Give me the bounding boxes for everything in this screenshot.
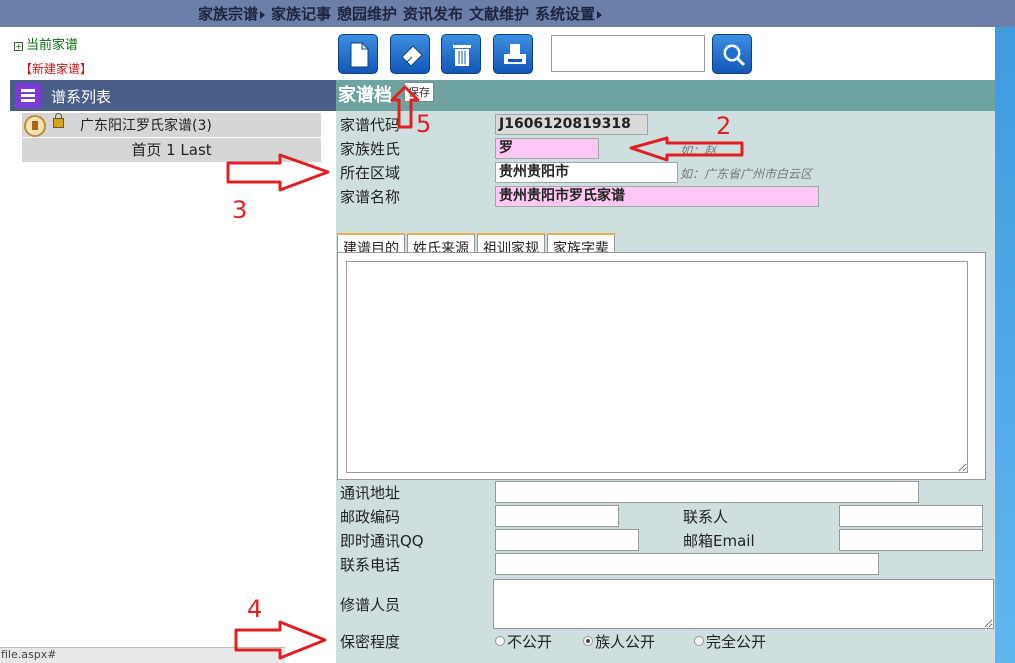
surname-field[interactable]: 罗 (495, 138, 599, 159)
print-icon (504, 44, 526, 64)
surname-label: 家族姓氏 (340, 140, 401, 158)
genealogy-name-field[interactable]: 贵州贵阳市罗氏家谱 (495, 186, 819, 207)
delete-button[interactable] (441, 34, 481, 74)
surname-hint: 如：赵 (680, 144, 717, 158)
tree-item[interactable]: 广东阳江罗氏家谱(3) (22, 113, 321, 137)
address-label: 通讯地址 (340, 484, 401, 502)
new-document-button[interactable] (338, 34, 378, 74)
nav-item-family-events[interactable]: 家族记事 (271, 3, 331, 24)
radio-icon[interactable] (694, 636, 704, 646)
qq-label: 即时通讯QQ (340, 532, 424, 550)
book-icon (24, 115, 46, 137)
trash-icon (453, 45, 471, 66)
radio-selected-icon[interactable] (583, 636, 593, 646)
privacy-option-public[interactable]: 完全公开 (694, 631, 766, 652)
email-input[interactable] (839, 529, 983, 551)
privacy-option-private[interactable]: 不公开 (495, 631, 552, 652)
postal-input[interactable] (495, 505, 619, 527)
current-genealogy-link[interactable]: + 当前家谱 (14, 34, 78, 53)
nav-item-family-genealogy[interactable]: 家族宗谱 (198, 3, 266, 24)
tree-list-header: 谱系列表 (10, 80, 336, 111)
search-icon (723, 44, 746, 67)
list-icon (15, 83, 41, 108)
editors-label: 修谱人员 (340, 596, 401, 614)
save-tooltip: 保存 (404, 82, 434, 102)
save-button[interactable] (390, 34, 430, 74)
status-bar: file.aspx# (0, 647, 285, 663)
phone-label: 联系电话 (340, 556, 401, 574)
privacy-option-clan[interactable]: 族人公开 (583, 631, 655, 652)
save-eraser-icon (401, 45, 423, 67)
new-document-icon (350, 42, 369, 68)
annotation-3: 3 (232, 196, 248, 224)
radio-icon[interactable] (495, 636, 505, 646)
nav-item-garden-maintenance[interactable]: 憩园维护 (337, 3, 397, 24)
postal-label: 邮政编码 (340, 508, 401, 526)
annotation-5: 5 (416, 110, 432, 138)
lock-icon (53, 113, 64, 128)
print-button[interactable] (493, 34, 533, 74)
nav-item-news[interactable]: 资讯发布 (403, 3, 463, 24)
purpose-textarea[interactable] (346, 261, 968, 473)
code-label: 家谱代码 (340, 116, 401, 134)
tree-list-title: 谱系列表 (51, 88, 112, 106)
region-field[interactable]: 贵州贵阳市 (495, 162, 678, 183)
phone-input[interactable] (495, 553, 879, 575)
name-label: 家谱名称 (340, 188, 401, 206)
tree-item-label[interactable]: 广东阳江罗氏家谱(3) (80, 115, 212, 135)
new-genealogy-link[interactable]: 【新建家谱】 (20, 60, 92, 77)
region-label: 所在区域 (340, 164, 401, 182)
tab-content (337, 252, 986, 480)
region-hint: 如：广东省广州市白云区 (680, 167, 813, 181)
top-navigation-bar: 家族宗谱 家族记事 憩园维护 资讯发布 文献维护 系统设置 (0, 0, 1015, 27)
code-field: J1606120819318 (495, 114, 648, 135)
address-input[interactable] (495, 481, 919, 503)
qq-input[interactable] (495, 529, 639, 551)
nav-item-documents[interactable]: 文献维护 (469, 3, 529, 24)
annotation-2: 2 (716, 112, 732, 140)
nav-item-settings[interactable]: 系统设置 (535, 3, 603, 24)
form-title: 家谱档 (336, 80, 995, 111)
contact-label: 联系人 (683, 508, 729, 526)
privacy-label: 保密程度 (340, 633, 401, 651)
caret-right-icon (260, 10, 266, 19)
expand-plus-icon[interactable]: + (14, 42, 23, 51)
background-sky-strip (995, 27, 1015, 663)
pager[interactable]: 首页 1 Last (22, 138, 321, 162)
email-label: 邮箱Email (683, 532, 755, 550)
search-input[interactable] (551, 35, 705, 72)
caret-right-icon (597, 10, 603, 19)
contact-input[interactable] (839, 505, 983, 527)
annotation-4: 4 (247, 595, 263, 623)
editors-textarea[interactable] (493, 579, 994, 629)
sidebar-links: + 当前家谱 【新建家谱】 (14, 34, 92, 76)
search-button[interactable] (712, 34, 752, 74)
